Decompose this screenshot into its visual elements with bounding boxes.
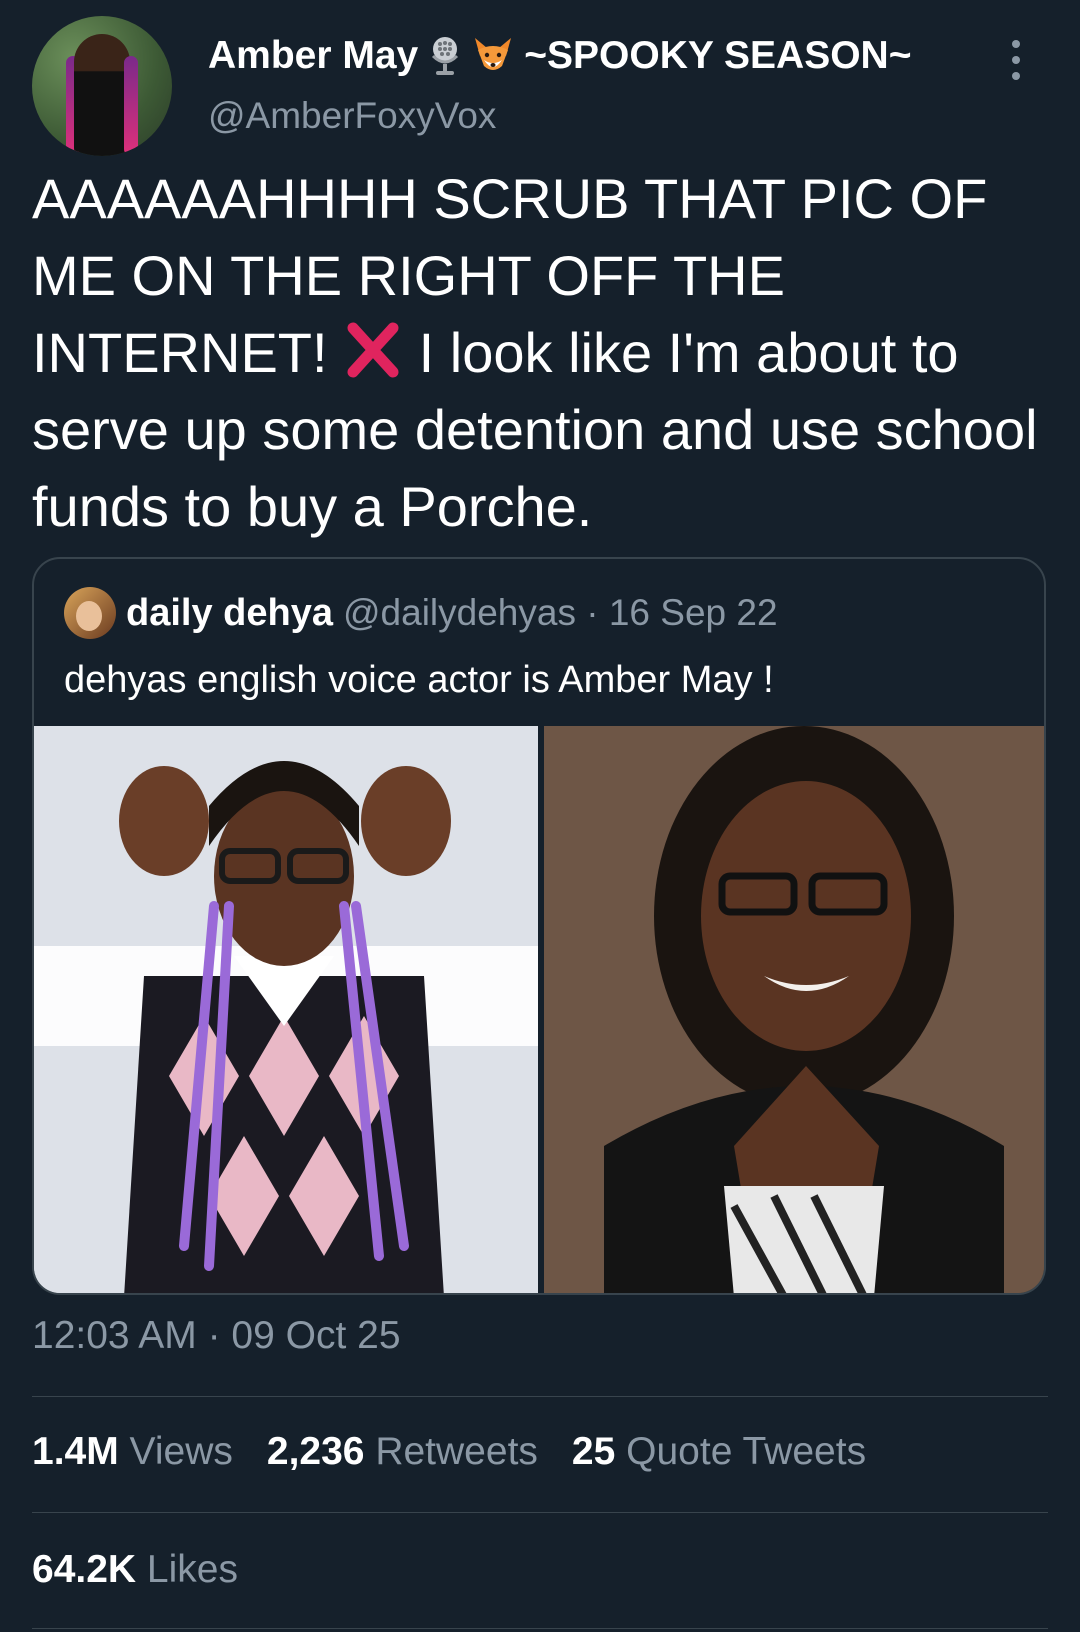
views-label: Views <box>129 1430 233 1473</box>
fox-icon <box>475 38 512 70</box>
author-handle[interactable]: @AmberFoxyVox <box>208 95 496 137</box>
views-stat: 1.4M Views <box>32 1430 233 1474</box>
cross-mark-icon <box>347 322 399 378</box>
photo-right-illustration <box>544 726 1044 1293</box>
more-options-icon[interactable] <box>1010 40 1022 80</box>
author-season-tag: ~SPOOKY SEASON~ <box>524 34 912 77</box>
retweets-count: 2,236 <box>266 1430 365 1473</box>
divider-middle <box>32 1512 1048 1513</box>
microphone-icon <box>432 37 459 75</box>
quote-tweets-label: Quote Tweets <box>626 1430 867 1473</box>
quote-tweets-stat[interactable]: 25 Quote Tweets <box>572 1430 866 1474</box>
tweet-text: AAAAAAHHHH SCRUB THAT PIC OF ME ON THE R… <box>32 160 1042 545</box>
quote-tweets-count: 25 <box>571 1430 616 1473</box>
retweets-stat[interactable]: 2,236 Retweets <box>267 1430 538 1474</box>
divider-top <box>32 1396 1048 1397</box>
author-name-row: Amber May ~SPOOKY SEASON~ <box>208 30 912 82</box>
engagement-stats: 1.4M Views 2,236 Retweets 25 Quote Tweet… <box>32 1430 866 1474</box>
quoted-author-name[interactable]: daily dehya <box>126 592 333 635</box>
author-display-name[interactable]: Amber May <box>208 34 418 78</box>
likes-stat[interactable]: 64.2K Likes <box>32 1548 238 1592</box>
tweet-timestamp[interactable]: 12:03 AM · 09 Oct 25 <box>32 1314 401 1358</box>
quoted-author-avatar[interactable] <box>64 587 116 639</box>
retweets-label: Retweets <box>375 1430 538 1473</box>
likes-label: Likes <box>146 1548 238 1591</box>
quoted-tweet-text: dehyas english voice actor is Amber May … <box>64 659 774 701</box>
divider-bottom <box>32 1628 1048 1629</box>
quoted-author-handle-date: @dailydehyas · 16 Sep 22 <box>342 592 778 633</box>
author-avatar[interactable] <box>32 16 172 156</box>
views-count: 1.4M <box>32 1430 119 1473</box>
quoted-tweet-card[interactable]: daily dehya @dailydehyas · 16 Sep 22 deh… <box>32 557 1046 1295</box>
photo-left-illustration <box>34 726 538 1293</box>
quoted-photo-left[interactable] <box>34 726 538 1293</box>
avatar-figure <box>74 34 130 156</box>
avatar-hair-right <box>124 56 138 156</box>
likes-count: 64.2K <box>32 1548 137 1591</box>
quoted-photo-right[interactable] <box>544 726 1044 1293</box>
quoted-media-grid <box>34 726 1044 1293</box>
quoted-tweet-header: daily dehya @dailydehyas · 16 Sep 22 <box>64 585 778 641</box>
